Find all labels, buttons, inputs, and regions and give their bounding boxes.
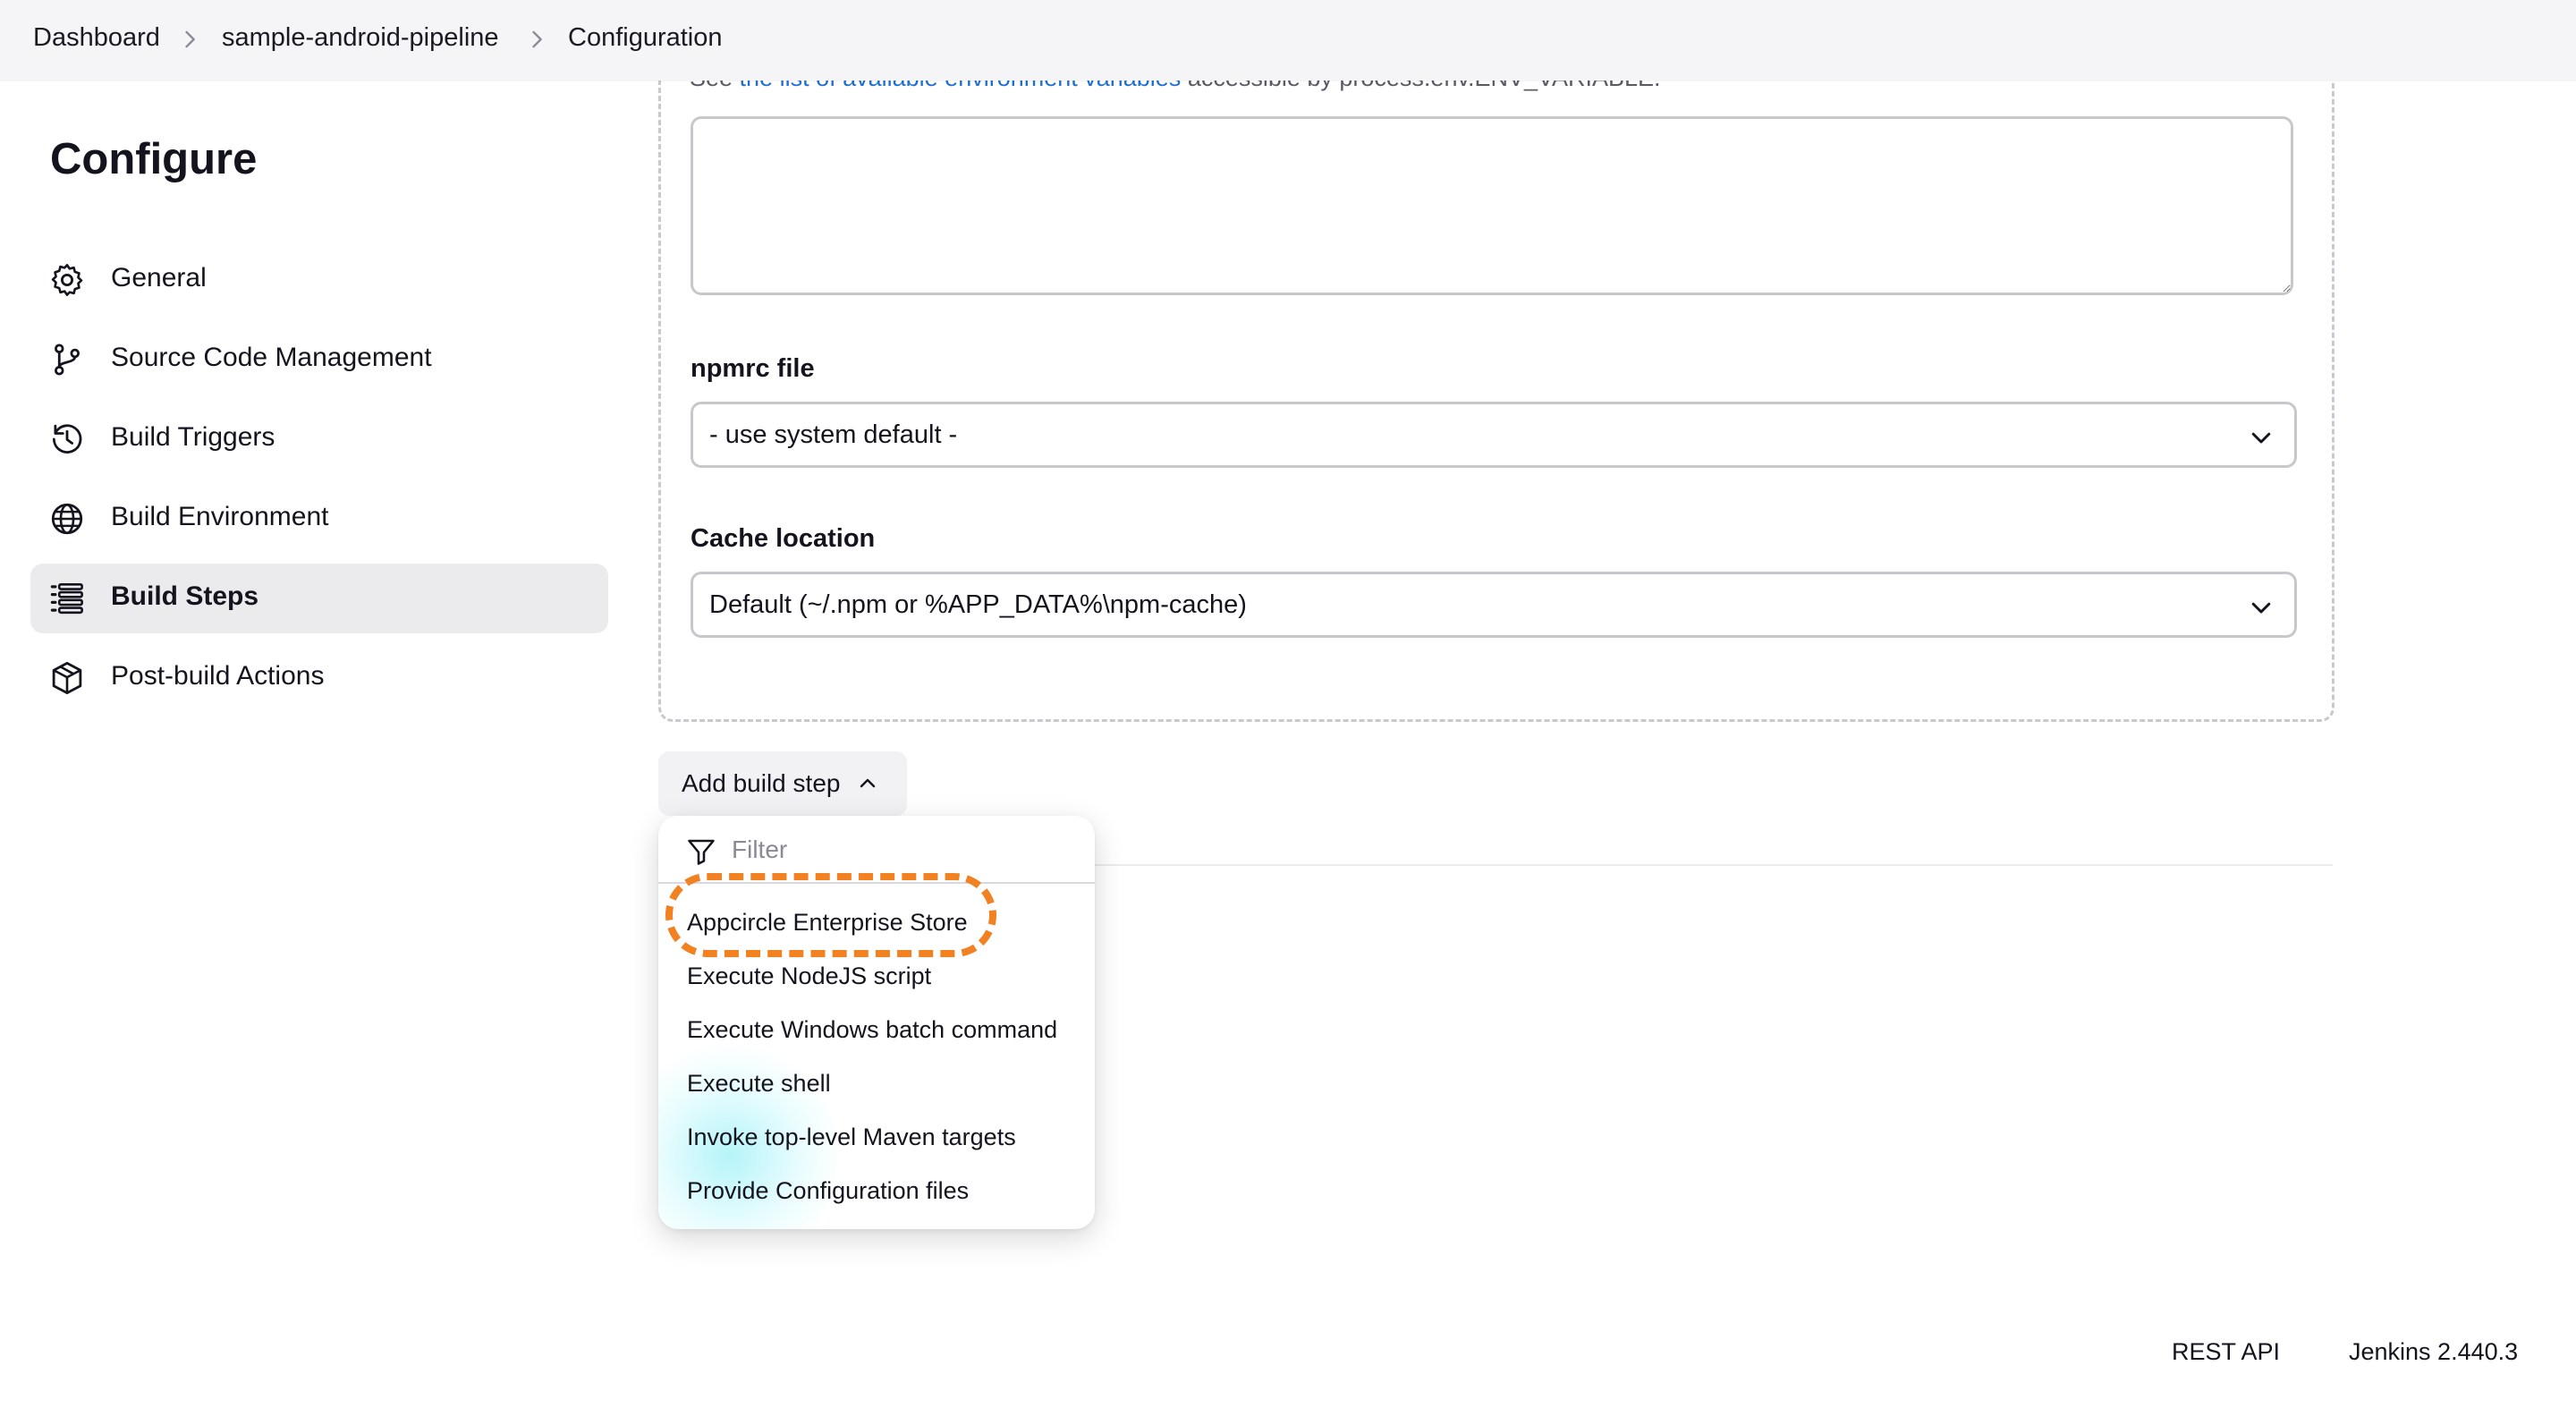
page-title: Configure <box>50 135 258 183</box>
clock-icon <box>52 424 82 454</box>
section-divider <box>1088 864 2333 866</box>
menu-item-execute-windows-batch-command[interactable]: Execute Windows batch command <box>687 1016 1057 1044</box>
menu-item-execute-shell[interactable]: Execute shell <box>687 1070 831 1098</box>
sidebar-item-source-code-management[interactable]: Source Code Management <box>30 325 608 394</box>
chevron-right-icon <box>532 30 542 48</box>
sidebar-item-label: Post-build Actions <box>111 661 325 691</box>
menu-item-invoke-maven-targets[interactable]: Invoke top-level Maven targets <box>687 1124 1016 1151</box>
filter-icon <box>688 839 715 865</box>
menu-item-provide-configuration-files[interactable]: Provide Configuration files <box>687 1177 969 1205</box>
breadcrumb-pipeline[interactable]: sample-android-pipeline <box>222 23 499 53</box>
npmrc-label: npmrc file <box>691 354 815 383</box>
package-icon <box>52 661 82 695</box>
sidebar-item-general[interactable]: General <box>30 245 608 315</box>
npmrc-selected-value: - use system default - <box>709 420 958 449</box>
sidebar-item-build-environment[interactable]: Build Environment <box>30 484 608 554</box>
filter-input[interactable] <box>732 830 1072 869</box>
git-branch-icon <box>55 344 80 376</box>
cache-location-label: Cache location <box>691 524 876 553</box>
sidebar-item-post-build-actions[interactable]: Post-build Actions <box>30 643 608 713</box>
sidebar-item-label: General <box>111 263 207 293</box>
add-build-step-menu: Appcircle Enterprise Store Execute NodeJ… <box>658 816 1095 1229</box>
sidebar-item-build-triggers[interactable]: Build Triggers <box>30 404 608 474</box>
add-build-step-button[interactable]: Add build step <box>658 751 907 816</box>
chevron-down-icon <box>2251 432 2271 444</box>
cache-selected-value: Default (~/.npm or %APP_DATA%\npm-cache) <box>709 590 1247 619</box>
chevron-right-icon <box>185 30 195 48</box>
globe-icon <box>51 503 83 535</box>
menu-divider <box>658 882 1095 884</box>
sidebar-item-label: Source Code Management <box>111 343 432 372</box>
menu-item-appcircle-enterprise-store[interactable]: Appcircle Enterprise Store <box>687 909 968 937</box>
chevron-down-icon <box>2251 602 2271 614</box>
rest-api-link[interactable]: REST API <box>2172 1338 2280 1366</box>
sidebar-item-label: Build Steps <box>111 581 259 611</box>
chevron-up-icon <box>860 778 876 788</box>
script-textarea[interactable] <box>691 116 2293 295</box>
sidebar-item-build-steps[interactable]: Build Steps <box>30 564 608 633</box>
list-icon <box>50 582 83 615</box>
gear-icon <box>51 264 83 296</box>
menu-item-execute-nodejs-script[interactable]: Execute NodeJS script <box>687 963 931 990</box>
breadcrumb-configuration[interactable]: Configuration <box>568 23 723 53</box>
sidebar-item-label: Build Environment <box>111 502 329 531</box>
add-build-step-label: Add build step <box>682 769 841 797</box>
breadcrumb-dashboard[interactable]: Dashboard <box>33 23 160 53</box>
sidebar-item-label: Build Triggers <box>111 422 275 452</box>
cache-location-select[interactable]: Default (~/.npm or %APP_DATA%\npm-cache) <box>691 572 2297 638</box>
npmrc-select[interactable]: - use system default - <box>691 402 2297 468</box>
breadcrumb: Dashboard sample-android-pipeline Config… <box>0 0 2576 81</box>
jenkins-version-link[interactable]: Jenkins 2.440.3 <box>2349 1338 2518 1366</box>
